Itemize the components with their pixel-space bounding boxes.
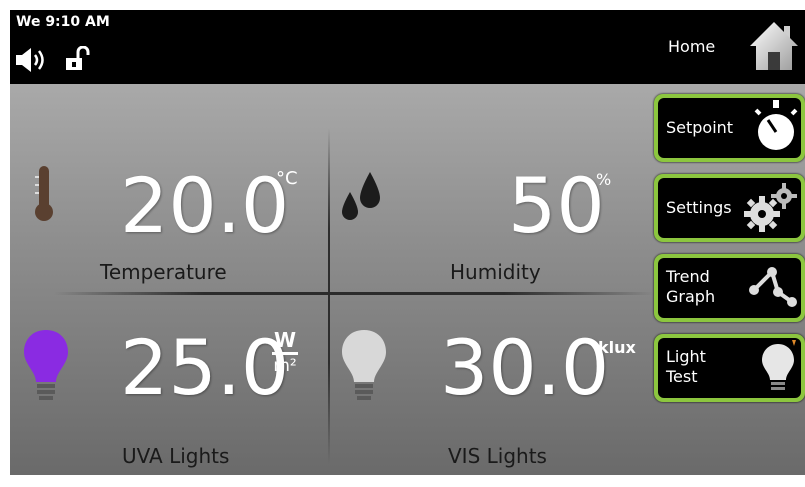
light-test-button[interactable]: Light Test [654, 334, 805, 402]
trend-label-line1: Trend [666, 267, 710, 286]
uva-value: 25.0 [120, 323, 290, 412]
home-icon[interactable] [748, 20, 800, 72]
vis-value: 30.0 [440, 323, 610, 412]
unlock-icon[interactable] [64, 46, 90, 72]
trend-graph-button[interactable]: Trend Graph [654, 254, 805, 322]
temperature-unit: °C [276, 168, 298, 189]
light-label-line2: Test [666, 367, 698, 386]
timer-icon [754, 100, 798, 150]
status-bar: We 9:10 AM Home [10, 10, 805, 84]
gears-icon [744, 183, 797, 232]
uva-unit-denominator: m² [273, 356, 297, 376]
temperature-value: 20.0 [120, 161, 290, 250]
setpoint-button[interactable]: Setpoint [654, 94, 805, 162]
graph-icon [749, 267, 797, 307]
humidity-label: Humidity [450, 260, 541, 284]
settings-button[interactable]: Settings [654, 174, 805, 242]
thermometer-icon [35, 166, 53, 221]
uva-unit: W m² [272, 330, 298, 375]
horizontal-divider [54, 292, 654, 295]
speaker-icon[interactable] [16, 48, 56, 72]
setpoint-label: Setpoint [666, 118, 734, 137]
light-label-line1: Light [666, 347, 706, 366]
vis-unit: klux [598, 338, 636, 357]
bulb-icon [762, 340, 796, 390]
trend-label-line2: Graph [666, 287, 716, 306]
humidity-value: 50 [508, 161, 605, 250]
humidity-unit: % [596, 170, 612, 189]
temperature-label: Temperature [100, 260, 227, 284]
vis-bulb-icon [342, 330, 386, 400]
droplets-icon [342, 172, 380, 220]
home-label[interactable]: Home [668, 37, 715, 56]
device-screen: We 9:10 AM Home 20.0 °C Temperature 50 %… [10, 10, 805, 475]
uva-unit-numerator: W [273, 328, 297, 352]
settings-label: Settings [666, 198, 732, 217]
vertical-divider [328, 128, 330, 464]
uva-label: UVA Lights [122, 444, 230, 468]
clock-text: We 9:10 AM [16, 14, 110, 30]
uva-bulb-icon [24, 330, 68, 400]
vis-label: VIS Lights [448, 444, 547, 468]
